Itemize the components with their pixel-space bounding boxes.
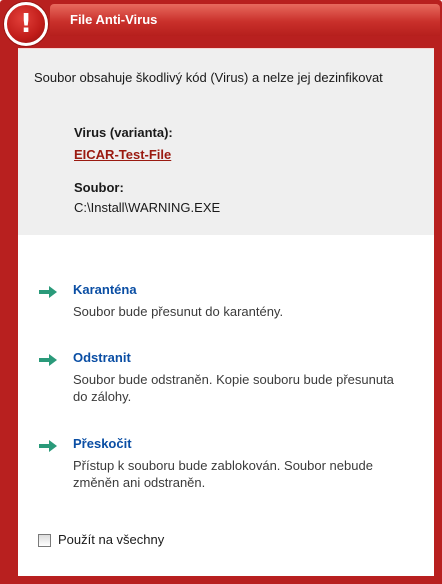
apply-to-all-checkbox[interactable] [38, 534, 51, 547]
arrow-right-icon [39, 286, 57, 298]
quarantine-label[interactable]: Karanténa [73, 282, 137, 297]
action-quarantine[interactable]: Karanténa Soubor bude přesunut do karant… [38, 282, 418, 352]
skip-description: Přístup k souboru bude zablokován. Soubo… [73, 458, 373, 490]
arrow-right-icon [39, 440, 57, 452]
virus-name-link[interactable]: EICAR-Test-File [74, 147, 171, 162]
action-delete[interactable]: Odstranit Soubor bude odstraněn. Kopie s… [38, 350, 418, 420]
quarantine-description: Soubor bude přesunut do karantény. [73, 304, 284, 319]
window-bottom-border [0, 576, 442, 584]
exclamation-glyph: ! [20, 9, 32, 39]
file-label: Soubor: [74, 180, 124, 195]
delete-description: Soubor bude odstraněn. Kopie souboru bud… [73, 372, 394, 404]
delete-label[interactable]: Odstranit [73, 350, 131, 365]
threat-message: Soubor obsahuje škodlivý kód (Virus) a n… [34, 70, 383, 85]
antivirus-window: ! File Anti-Virus Soubor obsahuje škodli… [0, 0, 442, 584]
dialog-content: Soubor obsahuje škodlivý kód (Virus) a n… [18, 48, 434, 576]
virus-name-row: EICAR-Test-File [74, 147, 171, 162]
apply-to-all-label[interactable]: Použít na všechny [58, 532, 164, 547]
action-skip[interactable]: Přeskočit Přístup k souboru bude zabloko… [38, 436, 418, 506]
file-path: C:\Install\WARNING.EXE [74, 200, 221, 215]
window-title: File Anti-Virus [70, 12, 158, 27]
threat-info-panel: Soubor obsahuje škodlivý kód (Virus) a n… [18, 48, 434, 235]
exclamation-icon: ! [4, 2, 48, 46]
arrow-right-icon [39, 354, 57, 366]
skip-label[interactable]: Přeskočit [73, 436, 132, 451]
title-bar[interactable]: ! File Anti-Virus [0, 0, 442, 48]
virus-label: Virus (varianta): [74, 125, 173, 140]
